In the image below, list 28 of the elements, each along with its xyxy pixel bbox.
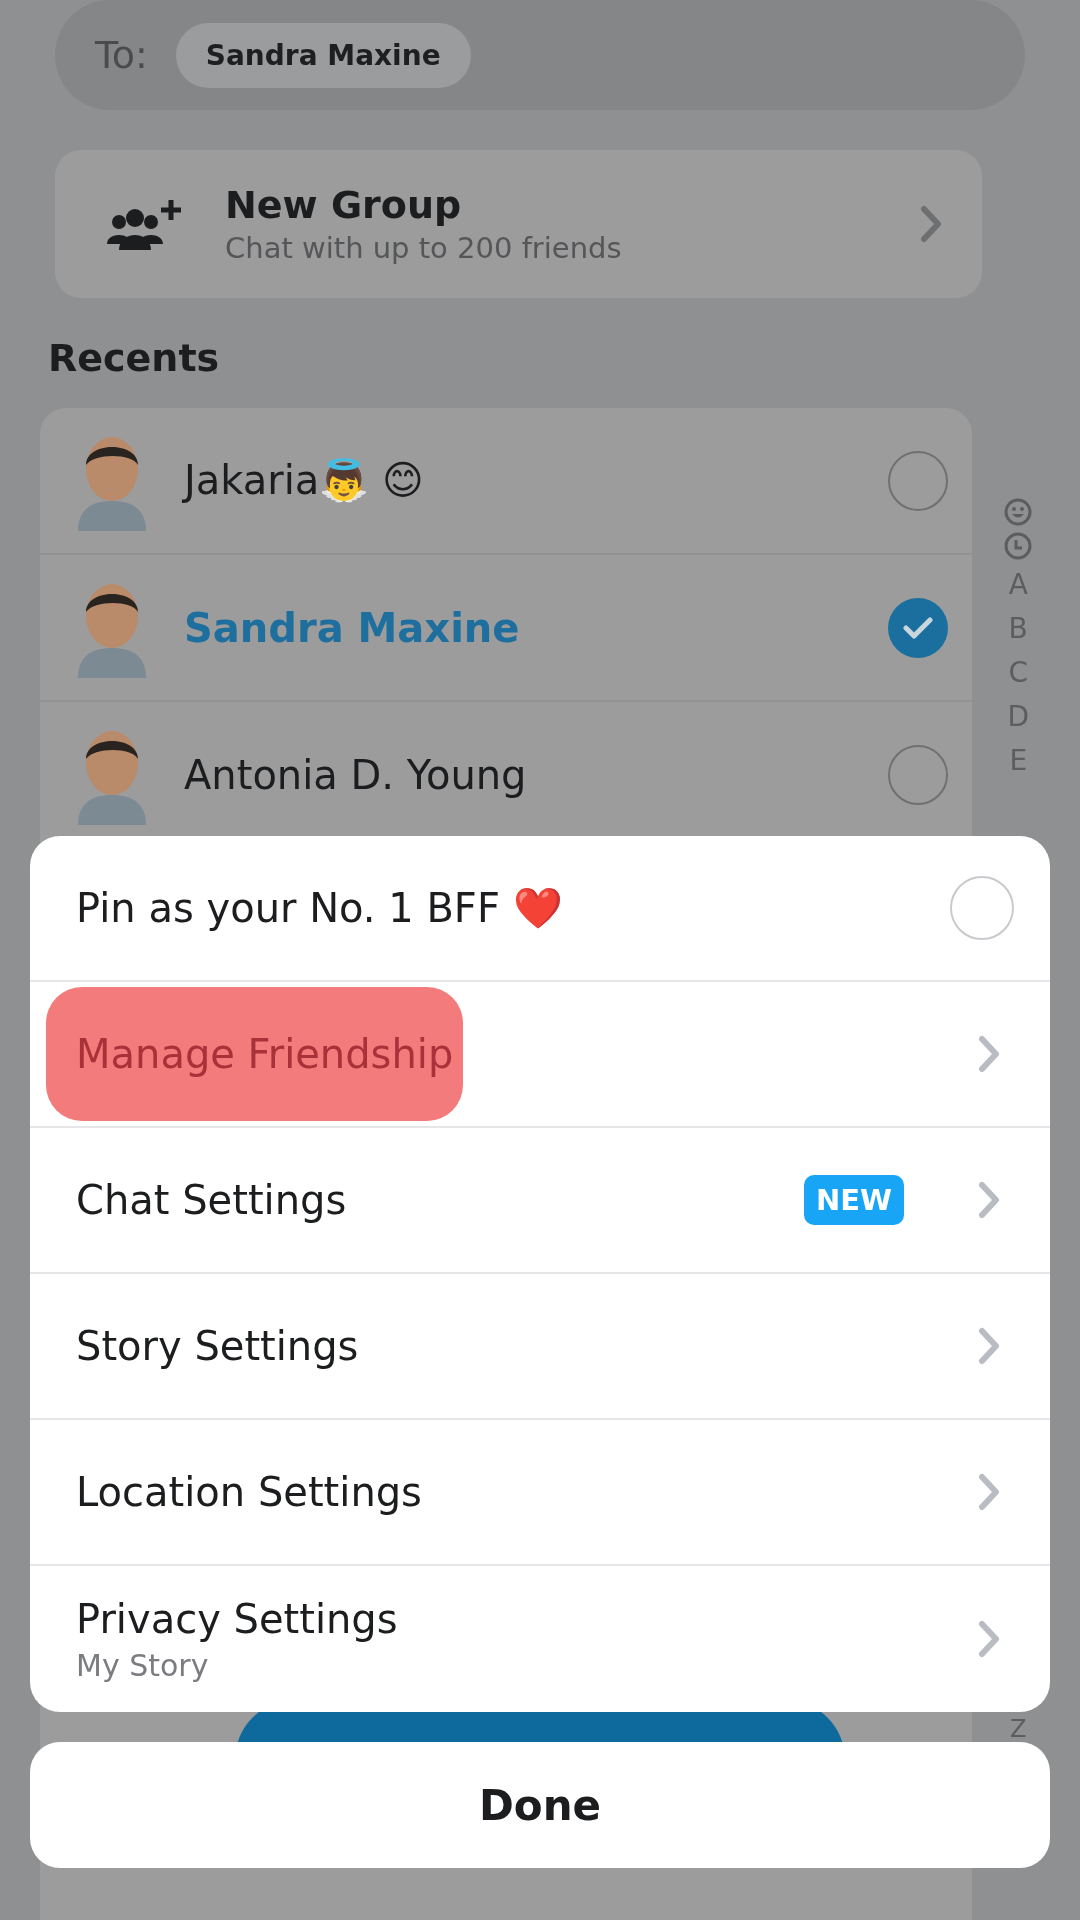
- contact-name[interactable]: Jakaria👼 😊: [184, 457, 859, 504]
- chevron-icon: [978, 1181, 1000, 1219]
- recipient-chip[interactable]: Sandra Maxine: [175, 22, 471, 88]
- chevron-icon: [978, 1620, 1000, 1658]
- done-button[interactable]: Done: [30, 1742, 1050, 1868]
- new-badge: NEW: [803, 1175, 904, 1225]
- chevron-icon: [978, 1035, 1000, 1073]
- new-group-card[interactable]: New Group Chat with up to 200 friends: [55, 150, 982, 298]
- new-group-subtitle: Chat with up to 200 friends: [225, 231, 623, 265]
- select-checkbox[interactable]: [888, 744, 949, 805]
- option-label[interactable]: Story Settings: [76, 1323, 359, 1369]
- chevron-icon: [978, 1327, 1000, 1365]
- chevron-icon: [978, 1473, 1000, 1511]
- clock-icon[interactable]: [1004, 532, 1033, 560]
- new-group-title: New Group: [225, 183, 463, 227]
- option-sublabel: My Story: [76, 1647, 209, 1683]
- smiley-icon[interactable]: [1004, 498, 1033, 526]
- option-label[interactable]: Privacy Settings: [76, 1595, 398, 1642]
- option-label[interactable]: Chat Settings: [76, 1177, 347, 1223]
- option-label[interactable]: Location Settings: [76, 1469, 422, 1515]
- chevron-icon: [920, 205, 942, 243]
- to-label: To:: [95, 33, 148, 77]
- option-label[interactable]: Pin as your No. 1 BFF ❤: [76, 884, 563, 932]
- contact-name[interactable]: Antonia D. Young: [184, 751, 859, 798]
- section-title: Recents: [48, 336, 221, 380]
- select-checkbox[interactable]: [888, 450, 949, 511]
- checkmark-icon: [903, 615, 934, 640]
- recipient-bar[interactable]: To: Sandra Maxine: [55, 0, 1025, 110]
